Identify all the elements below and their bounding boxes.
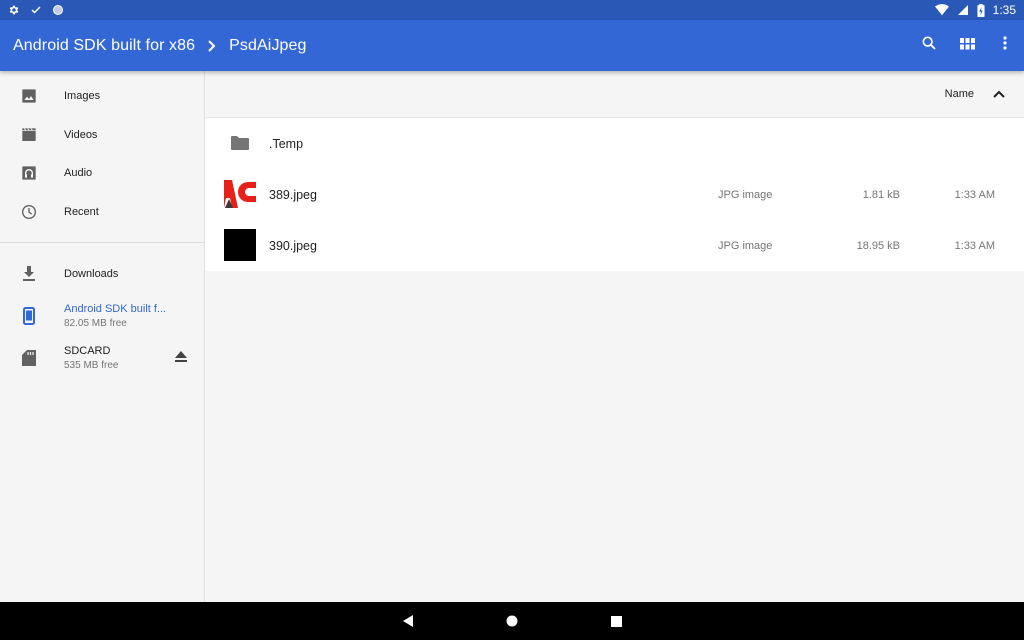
sidebar-divider <box>0 242 204 243</box>
free-space-label: 82.05 MB free <box>64 318 127 329</box>
file-name: .Temp <box>269 136 304 151</box>
sidebar-item-sdcard[interactable]: SDCARD 535 MB free <box>0 337 204 379</box>
sidebar-item-android-sdk[interactable]: Android SDK built f... 82.05 MB free <box>0 295 204 337</box>
sidebar: Images Videos Audio Recent Downloads And… <box>0 71 205 602</box>
sidebar-item-audio[interactable]: Audio <box>0 154 204 193</box>
sidebar-item-label: Recent <box>64 205 99 218</box>
image-thumbnail <box>224 178 256 210</box>
file-size: 1.81 kB <box>862 188 900 201</box>
download-icon <box>20 265 38 283</box>
file-type: JPG image <box>718 188 773 201</box>
image-icon <box>20 87 38 105</box>
sort-by-name[interactable]: Name <box>945 88 974 100</box>
folder-icon <box>231 135 249 151</box>
chevron-up-icon[interactable] <box>992 87 1006 101</box>
more-options-button[interactable] <box>986 26 1024 66</box>
clock-icon <box>20 203 38 221</box>
sidebar-item-label: Audio <box>64 167 93 180</box>
gear-icon <box>8 4 20 16</box>
file-name: 389.jpeg <box>269 187 317 202</box>
sidebar-item-images[interactable]: Images <box>0 77 204 116</box>
more-options-icon <box>1003 36 1007 55</box>
battery-icon <box>977 3 985 17</box>
sidebar-item-downloads[interactable]: Downloads <box>0 253 204 295</box>
list-item-file-389[interactable]: 389.jpeg JPG image 1.81 kB 1:33 AM <box>205 169 1024 220</box>
sidebar-item-label: Videos <box>64 128 98 141</box>
eject-icon[interactable] <box>174 350 188 364</box>
grid-view-button[interactable] <box>948 26 986 66</box>
system-nav-bar <box>0 602 1024 640</box>
search-icon <box>921 35 937 56</box>
sidebar-item-videos[interactable]: Videos <box>0 116 204 155</box>
home-icon[interactable] <box>505 614 519 628</box>
sdcard-icon <box>20 349 38 367</box>
file-date: 1:33 AM <box>954 239 995 252</box>
audio-icon <box>20 164 38 182</box>
sidebar-item-label: SDCARD <box>64 345 111 357</box>
chevron-right-icon <box>207 39 217 52</box>
grid-view-icon <box>959 37 975 55</box>
circle-icon <box>52 4 64 16</box>
sidebar-item-label: Android SDK built f... <box>64 303 167 315</box>
file-name: 390.jpeg <box>269 238 317 253</box>
wifi-icon <box>934 4 949 16</box>
free-space-label: 535 MB free <box>64 360 119 371</box>
list-item-folder-temp[interactable]: .Temp <box>205 118 1024 169</box>
recents-icon[interactable] <box>609 614 623 628</box>
list-item-file-390[interactable]: 390.jpeg JPG image 18.95 kB 1:33 AM <box>205 220 1024 271</box>
sidebar-item-label: Images <box>64 90 101 103</box>
sidebar-item-label: Downloads <box>64 268 119 280</box>
main-content: Name .Temp 389.jpeg JPG image 1.81 kB 1:… <box>205 71 1024 602</box>
app-bar: Android SDK built for x86 PsdAiJpeg <box>0 20 1024 71</box>
video-icon <box>20 126 38 144</box>
status-bar: 1:35 <box>0 0 1024 20</box>
clock-time: 1:35 <box>992 3 1016 17</box>
file-size: 18.95 kB <box>856 239 900 252</box>
file-date: 1:33 AM <box>954 188 995 201</box>
image-thumbnail <box>224 229 256 261</box>
sort-bar: Name <box>205 71 1024 118</box>
file-list: .Temp 389.jpeg JPG image 1.81 kB 1:33 AM… <box>205 118 1024 271</box>
breadcrumb-current[interactable]: PsdAiJpeg <box>229 37 306 55</box>
check-icon <box>30 4 42 16</box>
back-icon[interactable] <box>401 614 415 628</box>
file-type: JPG image <box>718 239 773 252</box>
sidebar-item-recent[interactable]: Recent <box>0 193 204 232</box>
phone-icon <box>20 307 38 325</box>
search-button[interactable] <box>910 26 948 66</box>
signal-icon <box>957 4 969 16</box>
breadcrumb-root[interactable]: Android SDK built for x86 <box>13 37 195 55</box>
